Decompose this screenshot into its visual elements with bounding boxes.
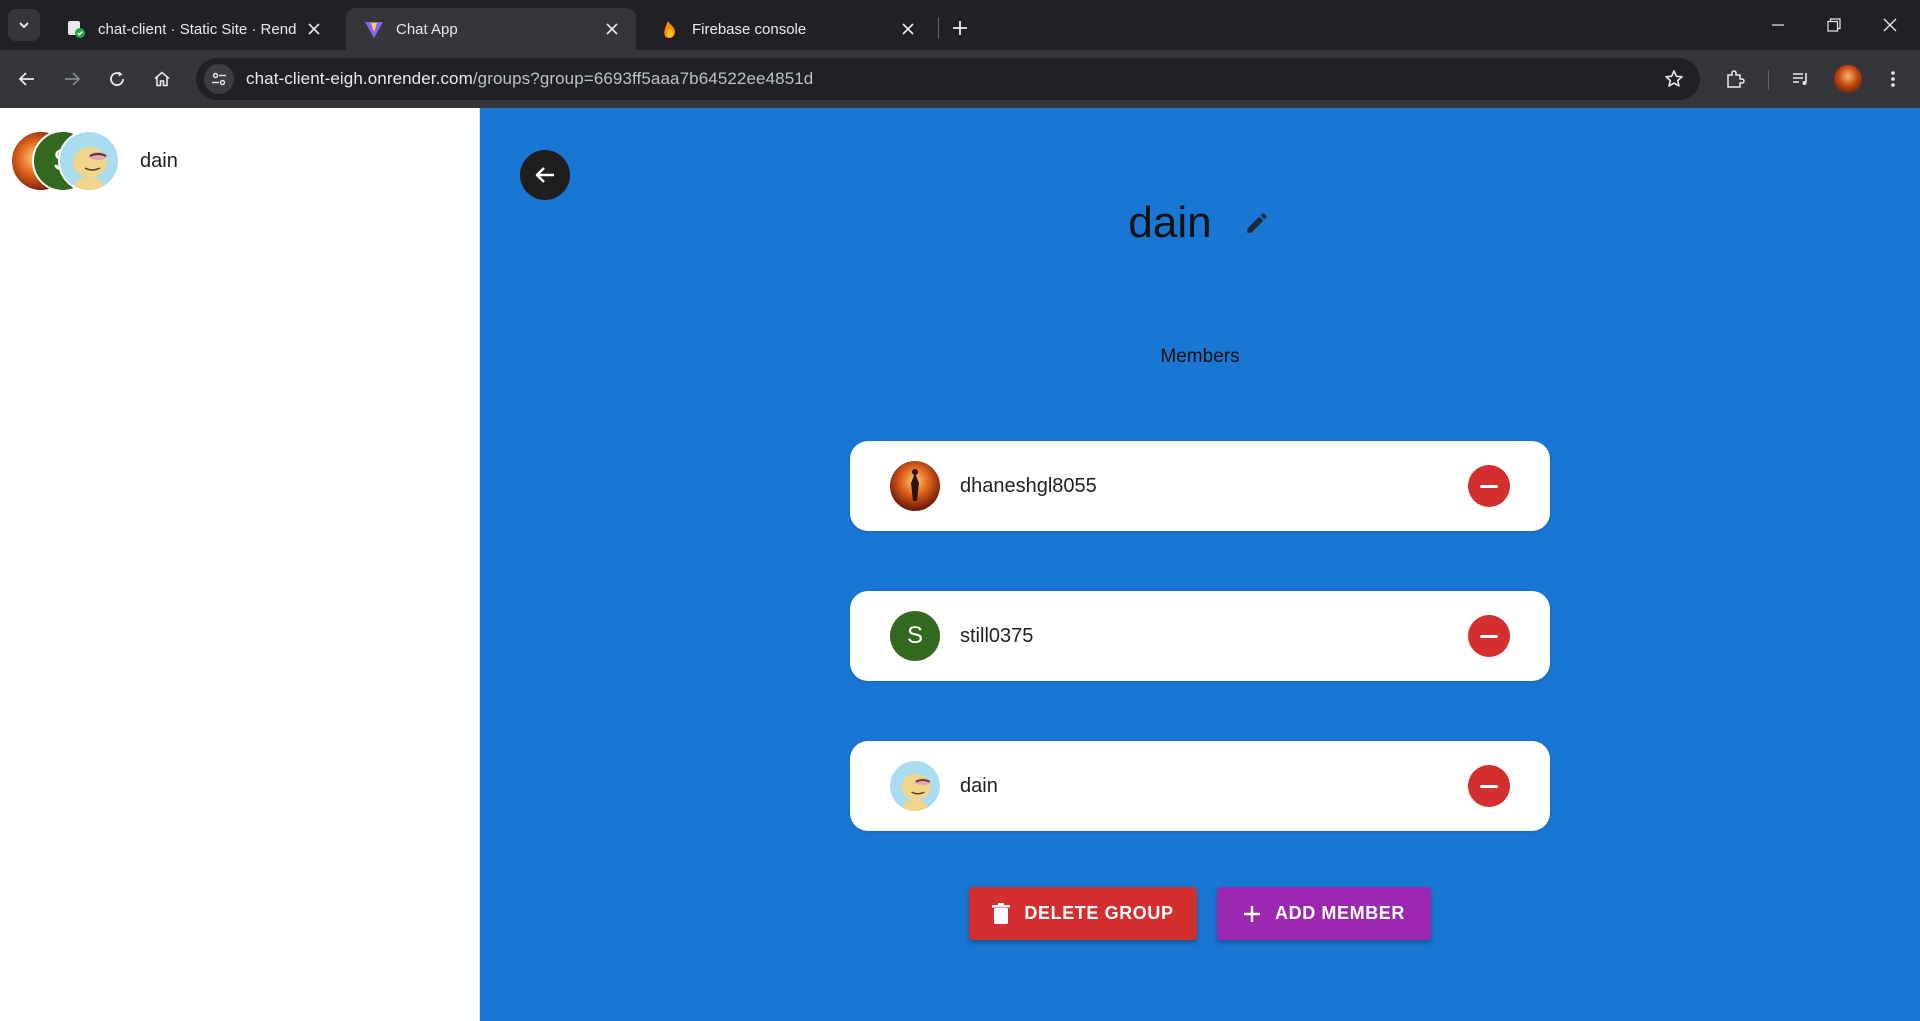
close-icon [1883, 18, 1897, 32]
forward-nav-button[interactable] [55, 62, 89, 96]
plus-icon [1243, 905, 1261, 923]
avatar [58, 130, 120, 192]
member-card: S still0375 [850, 591, 1550, 681]
media-control-button[interactable] [1784, 62, 1818, 96]
vite-icon [364, 19, 384, 39]
edit-icon[interactable] [1242, 208, 1272, 238]
minus-icon [1480, 484, 1498, 488]
back-nav-button[interactable] [10, 62, 44, 96]
member-card: dain [850, 741, 1550, 831]
puzzle-icon [1727, 70, 1745, 88]
close-icon[interactable] [304, 19, 324, 39]
url-text: chat-client-eigh.onrender.com/groups?gro… [246, 69, 813, 89]
new-tab-button[interactable] [944, 12, 976, 44]
browser-toolbar: chat-client-eigh.onrender.com/groups?gro… [0, 50, 1920, 108]
home-button[interactable] [145, 62, 179, 96]
restore-icon [1827, 18, 1841, 32]
member-username: dain [960, 774, 998, 797]
delete-group-label: DELETE GROUP [1024, 903, 1174, 923]
tab-title: chat-client · Static Site · Render [98, 20, 296, 38]
sidebar-group-item[interactable]: S dain [10, 130, 470, 192]
chevron-down-icon [19, 22, 29, 29]
remove-member-button[interactable] [1468, 465, 1510, 507]
close-icon[interactable] [898, 19, 918, 39]
browser-tab-strip: chat-client · Static Site · Render Chat … [0, 0, 1920, 50]
member-avatar [890, 761, 940, 811]
remove-member-button[interactable] [1468, 615, 1510, 657]
tab-title: Chat App [396, 20, 458, 38]
trash-icon [992, 902, 1011, 925]
group-detail-panel: dain Members dhaneshgl8055 S still0375 d… [480, 108, 1920, 1021]
member-username: still0375 [960, 624, 1034, 647]
site-info-icon[interactable] [204, 64, 234, 94]
arrow-left-icon [18, 72, 34, 86]
browser-menu-button[interactable] [1876, 62, 1910, 96]
delete-group-button[interactable]: DELETE GROUP [969, 887, 1197, 940]
member-avatar: S [890, 611, 940, 661]
extensions-button[interactable] [1718, 62, 1752, 96]
render-icon [66, 19, 86, 39]
arrow-left-icon [535, 167, 554, 183]
address-bar[interactable]: chat-client-eigh.onrender.com/groups?gro… [196, 58, 1700, 100]
reload-button[interactable] [100, 62, 134, 96]
tab-title: Firebase console [692, 20, 807, 38]
url-path: /groups?group=6693ff5aaa7b64522ee4851d [472, 69, 814, 88]
cartoon-face-icon [901, 773, 931, 811]
restore-button[interactable] [1806, 0, 1862, 50]
minimize-icon [1772, 24, 1784, 26]
tab-firebase[interactable]: Firebase console [642, 8, 932, 50]
avatar-letter: S [890, 611, 940, 661]
cartoon-face-icon [73, 147, 107, 190]
minus-icon [1480, 634, 1498, 638]
minus-icon [1480, 784, 1498, 788]
photo-avatar-icon [911, 469, 919, 501]
firebase-icon [660, 19, 680, 39]
arrow-right-icon [65, 72, 81, 86]
tab-chat-app[interactable]: Chat App [346, 8, 636, 50]
add-member-button[interactable]: ADD MEMBER [1217, 887, 1431, 940]
tab-render[interactable]: chat-client · Static Site · Render [48, 8, 338, 50]
close-icon[interactable] [602, 19, 622, 39]
members-heading: Members [1160, 346, 1240, 367]
group-title: dain [1128, 198, 1212, 247]
group-title-row: dain [480, 188, 1920, 258]
more-vert-icon [1891, 71, 1895, 87]
page-content: S dain dain [0, 108, 1920, 1021]
toolbar-divider [1768, 70, 1769, 90]
sidebar: S dain [0, 108, 480, 1021]
tab-search-button[interactable] [8, 9, 40, 41]
home-icon [154, 71, 170, 87]
tab-separator [938, 17, 939, 39]
group-name: dain [140, 149, 178, 172]
member-username: dhaneshgl8055 [960, 474, 1097, 497]
close-window-button[interactable] [1862, 0, 1918, 50]
plus-icon [953, 21, 967, 35]
remove-member-button[interactable] [1468, 765, 1510, 807]
reload-icon [110, 71, 124, 86]
member-card: dhaneshgl8055 [850, 441, 1550, 531]
add-member-label: ADD MEMBER [1275, 903, 1405, 923]
profile-avatar[interactable] [1834, 65, 1862, 93]
queue-music-icon [1793, 73, 1807, 85]
url-host: chat-client-eigh.onrender.com [246, 69, 473, 88]
minimize-button[interactable] [1750, 0, 1806, 50]
member-avatar [890, 461, 940, 511]
bookmark-star-icon[interactable] [1662, 67, 1686, 91]
group-avatar-stack: S [10, 130, 122, 192]
